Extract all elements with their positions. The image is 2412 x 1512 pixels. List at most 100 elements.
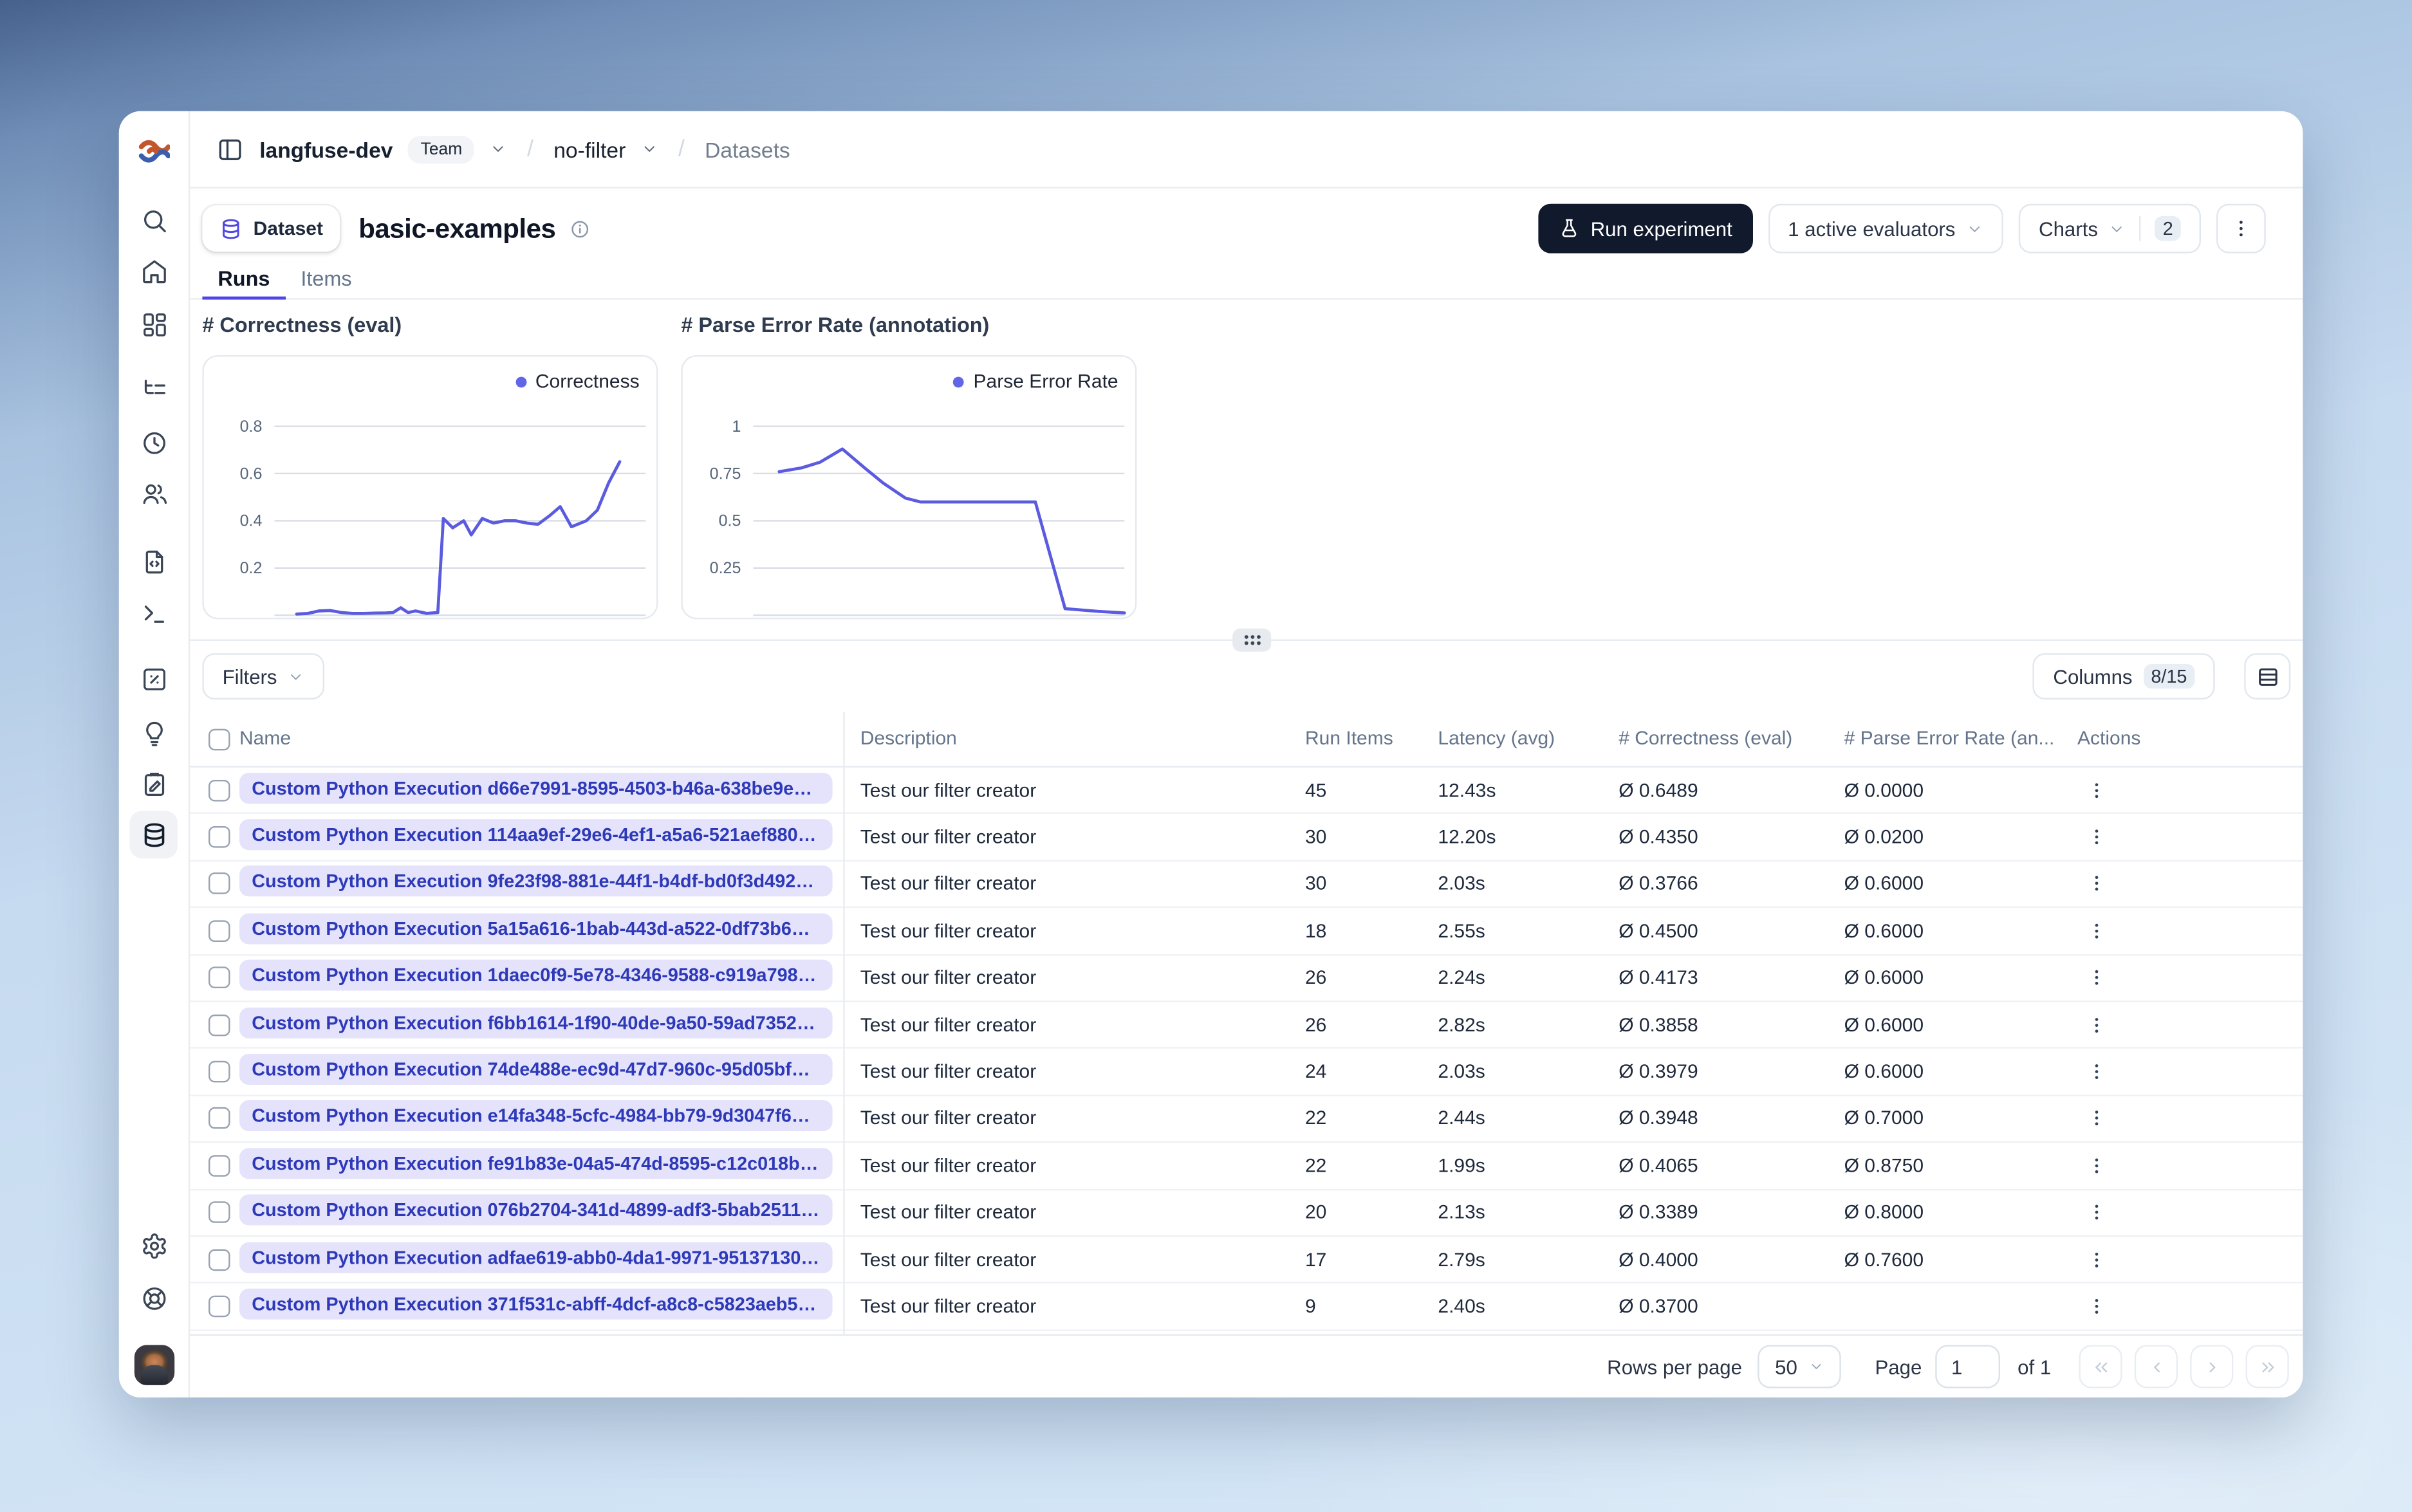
row-actions-button[interactable]	[2086, 827, 2106, 847]
row-actions-button[interactable]	[2086, 1249, 2106, 1269]
run-items-value: 30	[1305, 826, 1327, 848]
run-description: Test our filter creator	[860, 1201, 1037, 1224]
table-row: Custom Python Execution adfae619-abb0-4d…	[190, 1237, 2303, 1284]
column-header-run-items[interactable]: Run Items	[1305, 727, 1393, 749]
row-checkbox[interactable]	[209, 1107, 230, 1130]
first-page-button[interactable]	[2079, 1345, 2122, 1388]
row-actions-button[interactable]	[2086, 921, 2106, 941]
home-icon[interactable]	[140, 258, 168, 286]
user-avatar[interactable]	[134, 1345, 175, 1385]
row-actions-button[interactable]	[2086, 1156, 2106, 1175]
prompts-file-code-icon[interactable]	[140, 548, 168, 576]
run-name-link[interactable]: Custom Python Execution 9fe23f98-881e-44…	[239, 866, 833, 898]
last-page-button[interactable]	[2245, 1345, 2289, 1388]
parse-error-value: Ø 0.7000	[1844, 1107, 1924, 1130]
run-name-link[interactable]: Custom Python Execution 5a15a616-1bab-44…	[239, 913, 833, 945]
breadcrumb: langfuse-dev Team / no-filter / Datasets	[190, 111, 2303, 189]
tracing-tree-icon[interactable]	[140, 377, 168, 405]
row-checkbox[interactable]	[209, 1248, 230, 1271]
dashboards-icon[interactable]	[140, 310, 168, 338]
users-icon[interactable]	[140, 480, 168, 508]
row-checkbox[interactable]	[209, 873, 230, 895]
row-checkbox[interactable]	[209, 1013, 230, 1036]
table-row: Custom Python Execution 076b2704-341d-48…	[190, 1190, 2303, 1237]
run-name-link[interactable]: Custom Python Execution 1daec0f9-5e78-43…	[239, 960, 833, 991]
parse-error-value: Ø 0.6000	[1844, 1060, 1924, 1083]
row-actions-button[interactable]	[2086, 1015, 2106, 1035]
playground-terminal-icon[interactable]	[140, 599, 168, 627]
column-header-actions: Actions	[2077, 727, 2141, 749]
langfuse-logo-icon[interactable]	[138, 139, 170, 163]
run-name-link[interactable]: Custom Python Execution 114aa9ef-29e6-4e…	[239, 819, 833, 851]
support-lifebuoy-icon[interactable]	[140, 1285, 168, 1313]
row-checkbox[interactable]	[209, 779, 230, 801]
chevron-down-icon[interactable]	[490, 140, 506, 157]
sessions-clock-icon[interactable]	[140, 429, 168, 457]
run-name-link[interactable]: Custom Python Execution f6bb1614-1f90-40…	[239, 1007, 833, 1038]
row-actions-button[interactable]	[2086, 780, 2106, 800]
next-page-button[interactable]	[2190, 1345, 2234, 1388]
charts-dropdown[interactable]: Charts 2	[2018, 203, 2202, 254]
column-header-parse-error[interactable]: # Parse Error Rate (an...	[1844, 727, 2055, 749]
run-name-link[interactable]: Custom Python Execution 076b2704-341d-48…	[239, 1194, 833, 1226]
column-header-latency[interactable]: Latency (avg)	[1438, 727, 1555, 749]
resize-grip-handle[interactable]	[1232, 628, 1272, 652]
previous-page-button[interactable]	[2134, 1345, 2178, 1388]
column-header-correctness[interactable]: # Correctness (eval)	[1619, 727, 1792, 749]
evaluators-dropdown[interactable]: 1 active evaluators	[1768, 203, 2003, 254]
chevron-down-icon[interactable]	[641, 140, 658, 157]
columns-button[interactable]: Columns 8/15	[2033, 653, 2215, 700]
run-name-link[interactable]: Custom Python Execution 74de488e-ec9d-47…	[239, 1054, 833, 1085]
page-number-input[interactable]	[1935, 1345, 2001, 1388]
more-actions-button[interactable]	[2216, 203, 2266, 254]
row-actions-button[interactable]	[2086, 1296, 2106, 1316]
row-checkbox[interactable]	[209, 1154, 230, 1177]
panel-toggle-icon[interactable]	[216, 135, 244, 163]
row-checkbox[interactable]	[209, 967, 230, 989]
row-height-button[interactable]	[2244, 653, 2291, 700]
tab-items[interactable]: Items	[285, 259, 367, 298]
pagination-bar: Rows per page 50 Page of 1	[190, 1334, 2303, 1397]
settings-gear-icon[interactable]	[140, 1232, 168, 1260]
annotation-clipboard-icon[interactable]	[140, 771, 168, 798]
run-experiment-button[interactable]: Run experiment	[1537, 203, 1753, 254]
chevron-down-icon	[1969, 225, 1980, 232]
run-name-link[interactable]: Custom Python Execution e14fa348-5cfc-49…	[239, 1101, 833, 1132]
latency-value: 2.82s	[1438, 1013, 1485, 1036]
evaluators-lightbulb-icon[interactable]	[140, 719, 168, 747]
sidebar-item-datasets[interactable]	[129, 811, 178, 859]
breadcrumb-project[interactable]: no-filter	[553, 136, 626, 161]
row-checkbox[interactable]	[209, 1060, 230, 1083]
row-actions-button[interactable]	[2086, 968, 2106, 988]
run-name-link[interactable]: Custom Python Execution d66e7991-8595-45…	[239, 772, 833, 804]
row-checkbox[interactable]	[209, 1201, 230, 1224]
column-header-description[interactable]: Description	[860, 727, 957, 749]
kebab-menu-icon	[2095, 1158, 2099, 1173]
row-actions-button[interactable]	[2086, 1062, 2106, 1082]
row-checkbox[interactable]	[209, 826, 230, 848]
breadcrumb-org[interactable]: langfuse-dev	[259, 136, 393, 161]
chevrons-right-icon	[2261, 1361, 2274, 1372]
run-name-link[interactable]: Custom Python Execution fe91b83e-04a5-47…	[239, 1147, 833, 1179]
table-row: Custom Python Execution 1daec0f9-5e78-43…	[190, 955, 2303, 1002]
run-name-link[interactable]: Custom Python Execution adfae619-abb0-4d…	[239, 1241, 833, 1273]
table-row: Custom Python Execution fe91b83e-04a5-47…	[190, 1143, 2303, 1190]
column-header-name[interactable]: Name	[239, 727, 291, 749]
row-actions-button[interactable]	[2086, 1109, 2106, 1129]
search-icon[interactable]	[140, 207, 168, 235]
filters-button[interactable]: Filters	[202, 653, 325, 700]
row-checkbox[interactable]	[209, 1295, 230, 1318]
latency-value: 2.24s	[1438, 967, 1485, 989]
row-actions-button[interactable]	[2086, 1203, 2106, 1222]
parse-error-value: Ø 0.6000	[1844, 873, 1924, 895]
run-name-link[interactable]: Custom Python Execution 371f531c-abff-4d…	[239, 1288, 833, 1320]
row-actions-button[interactable]	[2086, 874, 2106, 894]
tab-runs[interactable]: Runs	[202, 259, 285, 300]
info-icon[interactable]	[570, 219, 589, 239]
row-checkbox[interactable]	[209, 920, 230, 942]
select-all-checkbox[interactable]	[209, 728, 230, 751]
run-items-value: 17	[1305, 1248, 1327, 1271]
rows-per-page-select[interactable]: 50	[1758, 1345, 1841, 1388]
scores-percent-icon[interactable]	[140, 665, 168, 693]
breadcrumb-section[interactable]: Datasets	[705, 136, 790, 161]
